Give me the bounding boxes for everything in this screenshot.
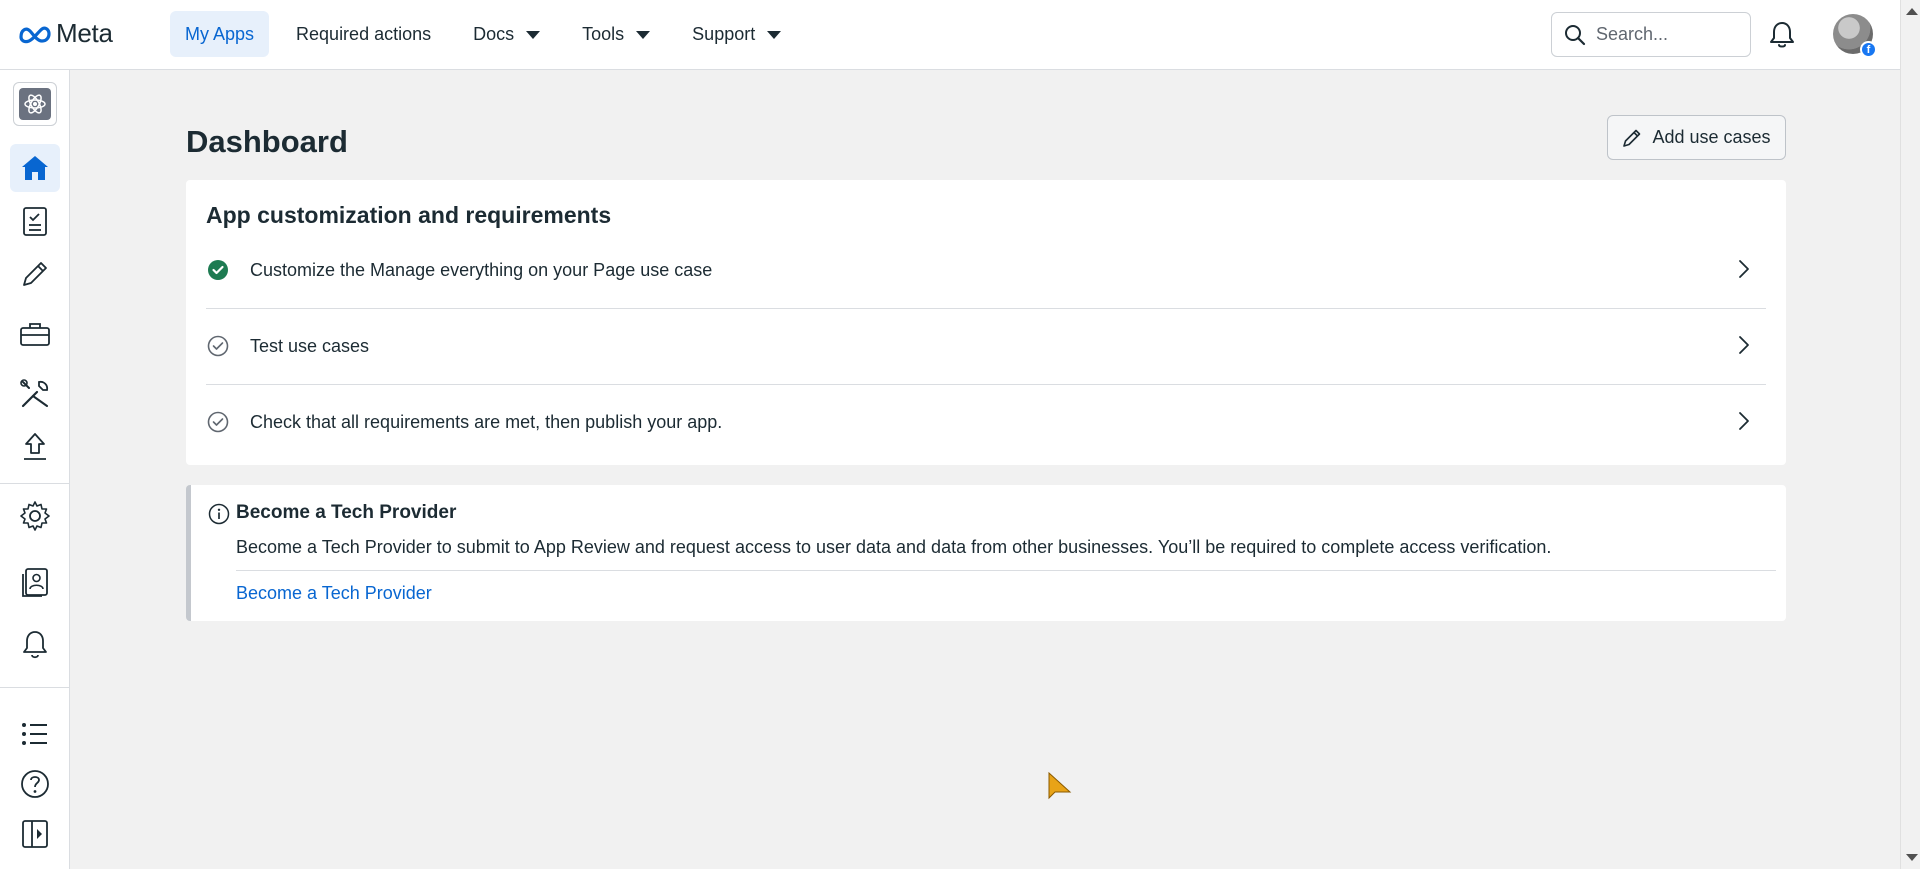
sidebar-item-list[interactable] (10, 710, 60, 758)
nav-required-actions[interactable]: Required actions (281, 11, 446, 57)
card-title: App customization and requirements (206, 202, 612, 228)
info-icon (208, 503, 230, 530)
avatar[interactable]: f (1833, 14, 1877, 58)
nav-label: Support (692, 23, 756, 44)
check-pending-icon (206, 334, 230, 358)
search-box[interactable] (1551, 12, 1751, 57)
notice-body: Become a Tech Provider to submit to App … (236, 537, 1552, 557)
task-label: Test use cases (250, 335, 370, 356)
nav-label: My Apps (185, 23, 255, 44)
sidebar-item-alerts[interactable] (10, 620, 60, 668)
become-tech-provider-link[interactable]: Become a Tech Provider (236, 583, 432, 604)
caret-down-icon (767, 31, 782, 39)
nav-my-apps[interactable]: My Apps (170, 11, 270, 57)
add-use-cases-button[interactable]: Add use cases (1607, 115, 1786, 160)
task-row-publish[interactable]: Check that all requirements are met, the… (206, 384, 1766, 460)
help-icon (21, 770, 49, 798)
sidebar-item-help[interactable] (10, 760, 60, 808)
add-use-cases-label: Add use cases (1652, 127, 1771, 147)
sidebar-item-tools[interactable] (10, 370, 60, 418)
gear-icon (20, 501, 50, 531)
meta-infinity-icon (19, 26, 51, 43)
search-icon (1565, 24, 1586, 45)
nav-label: Docs (473, 23, 515, 44)
task-label: Customize the Manage everything on your … (250, 259, 713, 280)
brand-name: Meta (56, 18, 113, 48)
sidebar-item-checklist[interactable] (10, 197, 60, 245)
facebook-badge-icon: f (1860, 41, 1877, 58)
sidebar-divider (0, 483, 70, 484)
collapse-panel-icon (22, 820, 48, 848)
notice-divider (236, 570, 1776, 571)
sidebar-item-business[interactable] (10, 310, 60, 358)
app-icon (19, 88, 51, 120)
check-pending-icon (206, 410, 230, 434)
scroll-down-icon[interactable] (1906, 854, 1918, 861)
app-switcher[interactable] (13, 82, 57, 126)
bell-icon (23, 631, 47, 659)
nav-tools[interactable]: Tools (567, 11, 665, 57)
checklist-icon (23, 207, 47, 236)
page-scrollbar[interactable] (1900, 0, 1920, 869)
nav-label: Tools (582, 23, 625, 44)
caret-down-icon (526, 31, 541, 39)
tech-provider-notice: Become a Tech Provider Become a Tech Pro… (186, 485, 1786, 621)
requirements-card: App customization and requirements Custo… (186, 180, 1786, 465)
meta-logo[interactable]: Meta (18, 18, 113, 49)
search-input[interactable] (1596, 24, 1736, 45)
tools-icon (20, 379, 49, 408)
page-title: Dashboard (186, 124, 348, 159)
list-icon (22, 723, 47, 745)
task-row-customize[interactable]: Customize the Manage everything on your … (206, 232, 1766, 308)
task-label: Check that all requirements are met, the… (250, 411, 723, 432)
sidebar-item-publish[interactable] (10, 423, 60, 471)
sidebar-item-roles[interactable] (10, 558, 60, 606)
sidebar-item-edit[interactable] (10, 250, 60, 298)
briefcase-icon (20, 323, 50, 346)
sidebar-divider (0, 687, 70, 688)
check-complete-icon (206, 258, 230, 282)
chevron-right-icon (1738, 335, 1750, 360)
notifications-bell-icon[interactable] (1768, 20, 1796, 55)
scroll-up-icon[interactable] (1906, 8, 1918, 15)
pencil-icon (23, 262, 47, 286)
sidebar-item-settings[interactable] (10, 492, 60, 540)
nav-support[interactable]: Support (677, 11, 796, 57)
top-navigation-bar: Meta My Apps Required actions Docs Tools… (0, 0, 1900, 70)
caret-down-icon (636, 31, 651, 39)
main-nav: My Apps Required actions Docs Tools Supp… (170, 11, 808, 57)
home-icon (22, 156, 48, 180)
left-sidebar (0, 70, 70, 869)
sidebar-item-home[interactable] (10, 144, 60, 192)
nav-docs[interactable]: Docs (458, 11, 555, 57)
pencil-icon (1623, 129, 1641, 147)
sidebar-item-collapse[interactable] (10, 810, 60, 858)
chevron-right-icon (1738, 259, 1750, 284)
mouse-cursor-icon (1048, 771, 1072, 809)
chevron-right-icon (1738, 411, 1750, 436)
contacts-icon (22, 568, 48, 597)
nav-label: Required actions (296, 23, 432, 44)
upload-icon (24, 433, 46, 460)
task-row-test[interactable]: Test use cases (206, 308, 1766, 384)
notice-title: Become a Tech Provider (236, 502, 457, 523)
